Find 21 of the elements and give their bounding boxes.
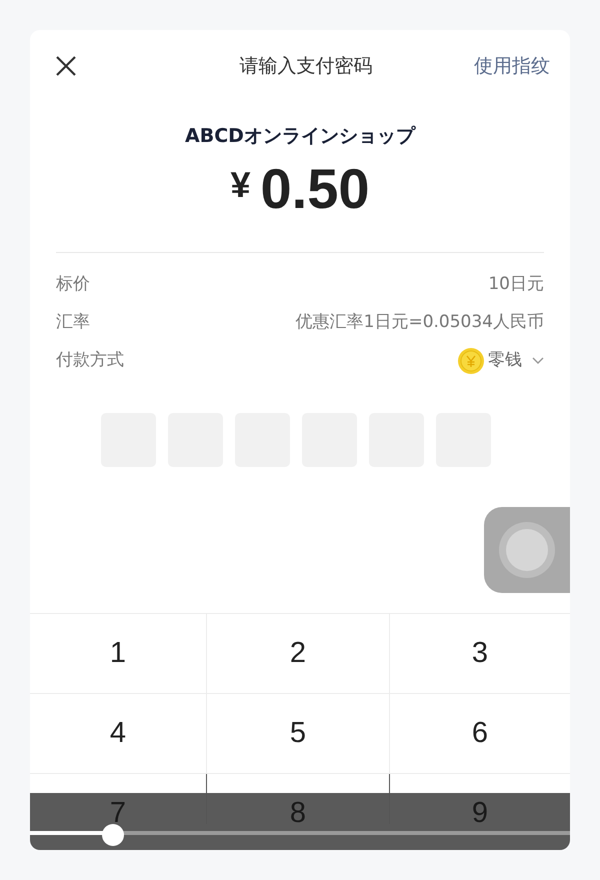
coin-icon (458, 348, 484, 374)
chevron-down-icon (532, 357, 544, 365)
keypad-key[interactable]: 1 (30, 614, 207, 694)
detail-value: 10日元 (488, 273, 544, 296)
progress-slider[interactable] (30, 824, 570, 850)
detail-value: 优惠汇率1日元=0.05034人民币 (296, 311, 544, 334)
currency-symbol: ¥ (230, 163, 251, 207)
dialog-title: 请输入支付密码 (240, 54, 372, 78)
fingerprint-link[interactable]: 使用指纹 (474, 52, 550, 80)
detail-label: 标价 (56, 273, 90, 296)
detail-label: 付款方式 (56, 349, 124, 372)
amount: 0.50 (260, 156, 370, 222)
detail-label: 汇率 (56, 311, 90, 334)
merchant-name: ABCDオンラインショップ (185, 124, 415, 148)
slider-thumb[interactable] (102, 824, 124, 846)
keypad-key[interactable]: 4 (30, 694, 207, 774)
close-icon[interactable] (54, 54, 78, 78)
keypad-key[interactable]: 5 (207, 694, 390, 774)
keypad-key[interactable]: 2 (207, 614, 390, 694)
payment-method-select[interactable]: 零钱 (458, 348, 544, 374)
floating-touch-button[interactable] (484, 507, 570, 593)
